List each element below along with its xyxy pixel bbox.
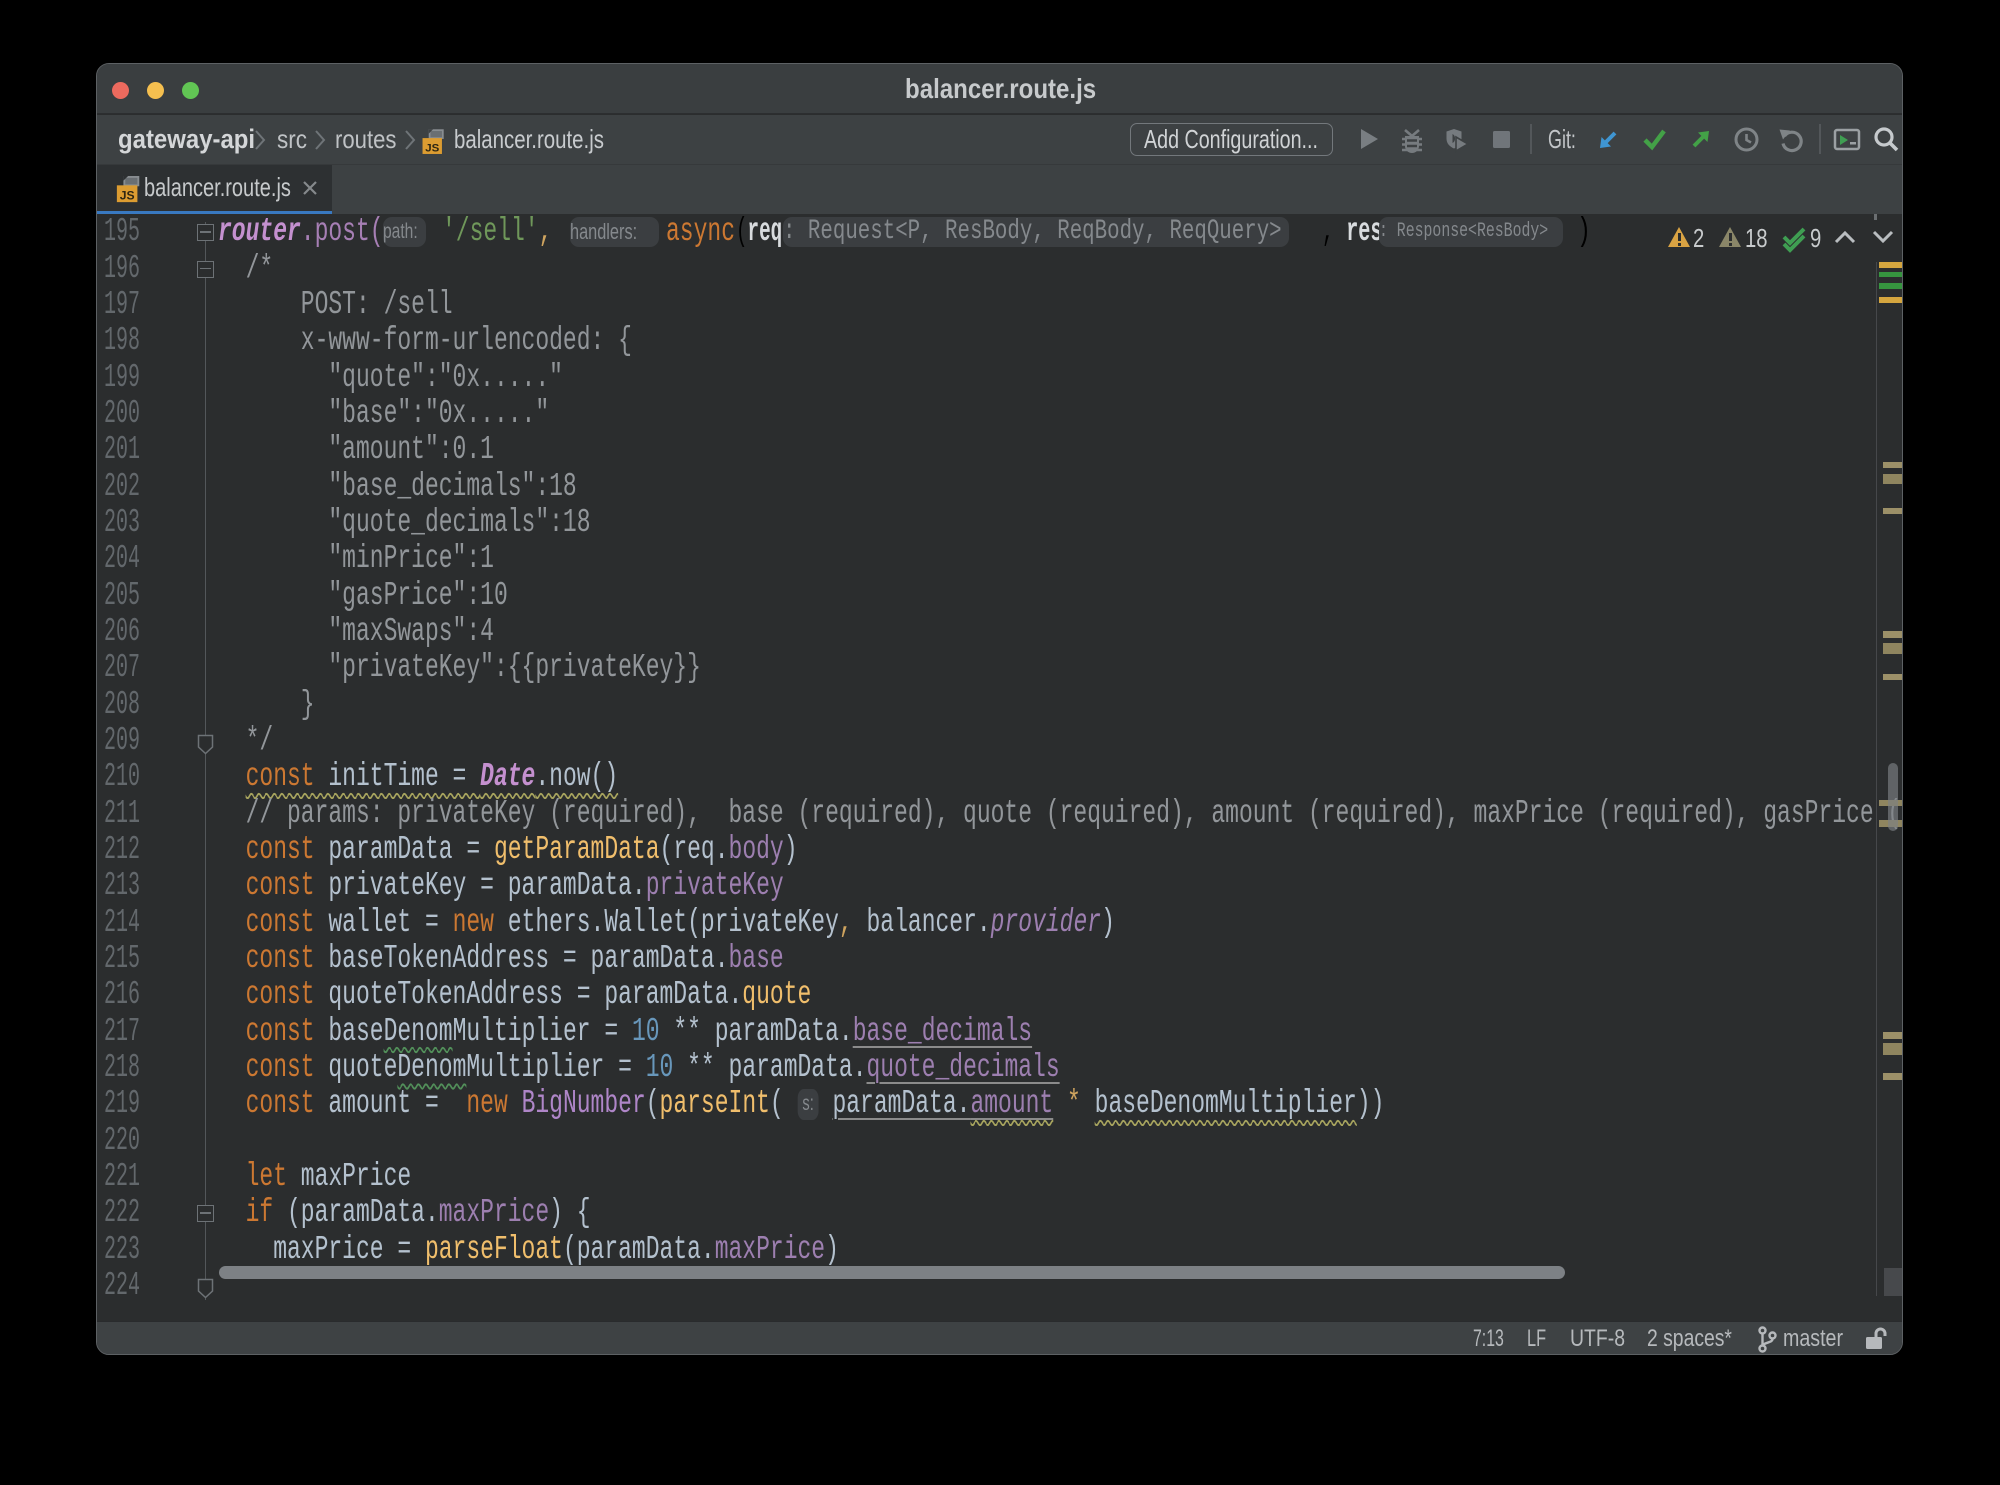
svg-text:JS: JS <box>425 142 439 154</box>
svg-text:JS: JS <box>120 188 135 202</box>
